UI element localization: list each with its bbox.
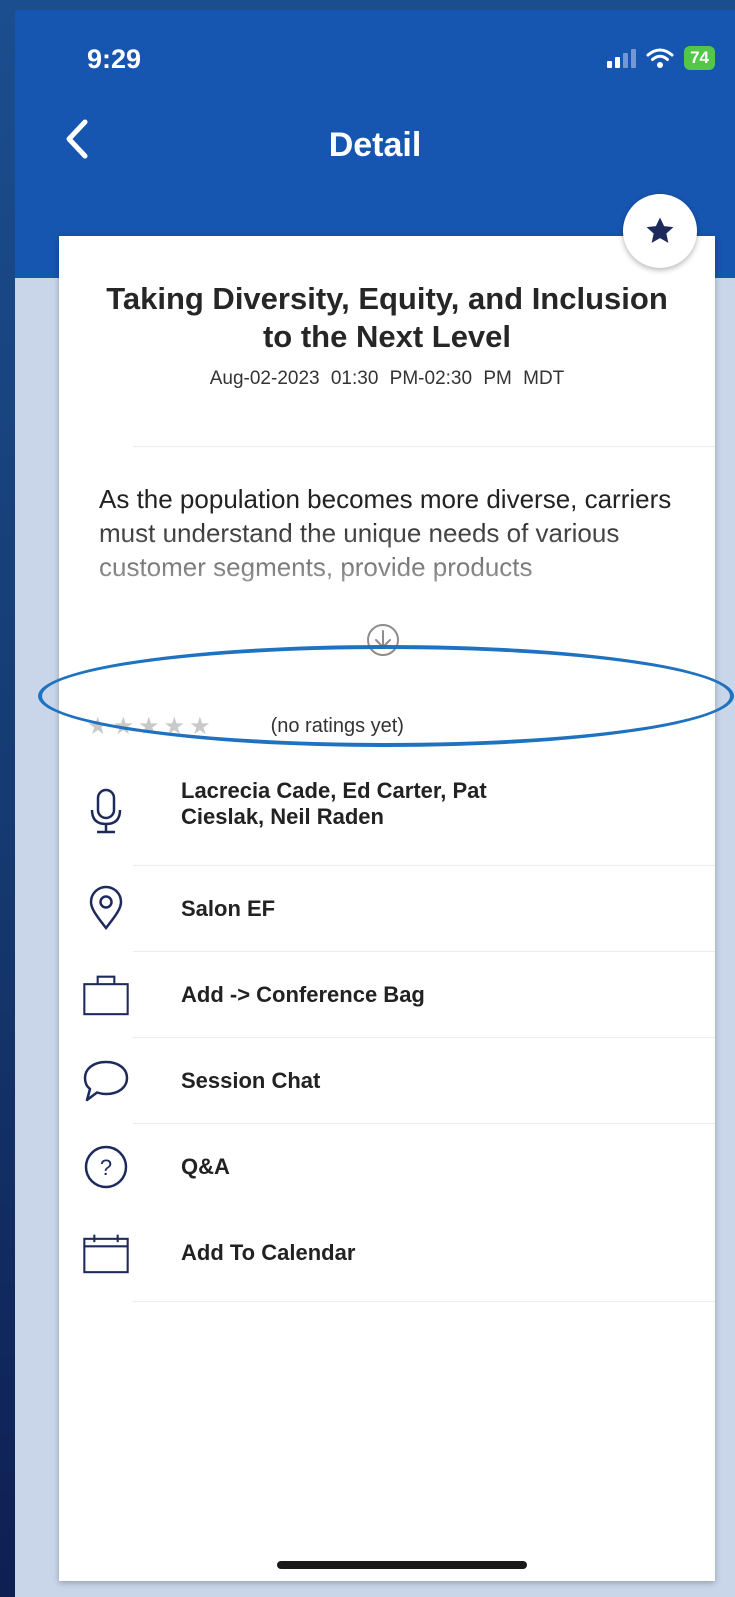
expand-description-button[interactable] (365, 622, 401, 658)
session-detail-card: Taking Diversity, Equity, and Inclusion … (59, 236, 715, 1581)
location-row[interactable]: Salon EF (59, 866, 715, 952)
speakers-row[interactable]: Lacrecia Cade, Ed Carter, Pat Cieslak, N… (59, 766, 715, 866)
session-time: Aug-02-2023 01:30 PM-02:30 PM MDT (209, 368, 565, 389)
star-icon (646, 217, 674, 243)
page-title: Detail (328, 126, 422, 164)
bag-icon (83, 975, 129, 1016)
svg-text:?: ? (100, 1155, 112, 1180)
divider (133, 446, 715, 447)
location-pin-icon (89, 885, 123, 931)
microphone-icon (90, 788, 122, 834)
location-label[interactable]: Salon EF (181, 896, 275, 922)
qa-label[interactable]: Q&A (181, 1154, 230, 1180)
speakers-line2: Cieslak, Neil Raden (181, 804, 384, 829)
session-chat-label[interactable]: Session Chat (181, 1068, 320, 1094)
conference-bag-label[interactable]: Add -> Conference Bag (181, 982, 425, 1008)
session-title: Taking Diversity, Equity, and Inclusion … (59, 280, 715, 356)
favorite-button[interactable] (623, 194, 697, 268)
chat-bubble-icon (83, 1060, 129, 1102)
session-title-line2: to the Next Level (262, 319, 512, 354)
rating-stars[interactable]: ★★★★★ (87, 712, 215, 741)
battery-indicator: 74 (684, 46, 715, 70)
session-chat-row[interactable]: Session Chat (59, 1038, 715, 1124)
description-fade (89, 516, 689, 596)
speakers-line1: Lacrecia Cade, Ed Carter, Pat (181, 778, 487, 803)
add-to-calendar-row[interactable]: Add To Calendar (59, 1210, 715, 1302)
question-circle-icon: ? (84, 1145, 128, 1189)
speakers-label[interactable]: Lacrecia Cade, Ed Carter, Pat Cieslak, N… (181, 778, 487, 830)
rating-row[interactable]: ★★★★★ (no ratings yet) (87, 712, 404, 741)
signal-icon (607, 48, 637, 68)
status-icons: 74 (607, 46, 715, 70)
rating-text: (no ratings yet) (270, 715, 404, 737)
home-indicator[interactable] (277, 1561, 527, 1569)
calendar-icon (83, 1234, 129, 1274)
status-time: 9:29 (87, 44, 142, 74)
add-to-calendar-label[interactable]: Add To Calendar (181, 1240, 355, 1266)
divider (133, 1301, 715, 1302)
conference-bag-row[interactable]: Add -> Conference Bag (59, 952, 715, 1038)
wifi-icon (646, 48, 674, 68)
phone-screen: 9:29 74 Detail Taking Diversity, Equity,… (15, 10, 735, 1597)
session-title-line1: Taking Diversity, Equity, and Inclusion (106, 281, 668, 316)
qa-row[interactable]: ? Q&A (59, 1124, 715, 1210)
